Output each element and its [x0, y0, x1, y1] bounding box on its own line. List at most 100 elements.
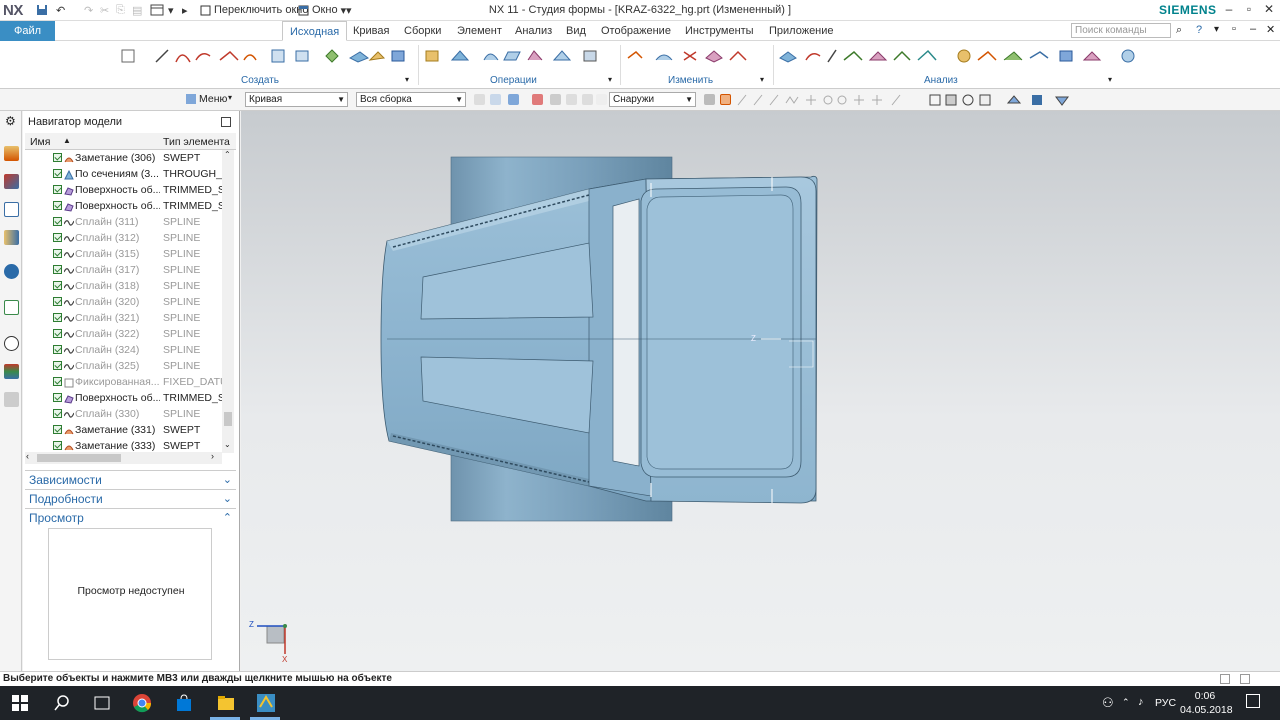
- ribbon-options-icon[interactable]: ▾: [1214, 24, 1219, 35]
- visibility-checkbox[interactable]: [53, 297, 62, 306]
- column-name-header[interactable]: Имя: [30, 136, 50, 148]
- select-lasso-icon[interactable]: [582, 94, 593, 105]
- visibility-checkbox[interactable]: [53, 393, 62, 402]
- reuse-library-icon[interactable]: [4, 230, 19, 245]
- select-box-icon[interactable]: [566, 94, 577, 105]
- visibility-checkbox[interactable]: [53, 361, 62, 370]
- column-type-header[interactable]: Тип элемента: [163, 136, 230, 148]
- visibility-checkbox[interactable]: [53, 185, 62, 194]
- tree-vertical-scrollbar[interactable]: ⌃ ⌄: [222, 150, 234, 453]
- select-mode-icon[interactable]: [596, 94, 607, 105]
- part-navigator-icon[interactable]: [4, 146, 19, 161]
- command-search-input[interactable]: Поиск команды: [1071, 23, 1171, 38]
- settings-gear-icon[interactable]: ⚙: [5, 114, 16, 128]
- table-row[interactable]: Сплайн (322) SPLINE: [25, 326, 223, 342]
- chrome-icon[interactable]: [132, 693, 152, 713]
- visibility-checkbox[interactable]: [53, 345, 62, 354]
- graphics-window[interactable]: Z Z X: [241, 111, 1280, 671]
- people-icon[interactable]: ⚇: [1102, 695, 1114, 711]
- table-row[interactable]: Сплайн (321) SPLINE: [25, 310, 223, 326]
- table-row[interactable]: Поверхность об...TRIMMED_SH: [25, 390, 223, 406]
- visibility-checkbox[interactable]: [53, 169, 62, 178]
- visibility-checkbox[interactable]: [53, 281, 62, 290]
- scroll-thumb[interactable]: [224, 412, 232, 426]
- visibility-checkbox[interactable]: [53, 425, 62, 434]
- clock-icon[interactable]: [4, 336, 19, 351]
- preview-panel-header[interactable]: Просмотр ⌃: [25, 508, 236, 526]
- dependencies-panel-header[interactable]: Зависимости ⌄: [25, 470, 236, 488]
- assembly-navigator-icon[interactable]: [4, 174, 19, 189]
- type-filter-select[interactable]: Кривая ▼: [245, 92, 348, 107]
- scroll-up-icon[interactable]: ⌃: [224, 150, 231, 159]
- tab-view[interactable]: Вид: [559, 21, 593, 41]
- palette-icon[interactable]: [4, 364, 19, 379]
- table-row[interactable]: Сплайн (330) SPLINE: [25, 406, 223, 422]
- group-modify-expand-icon[interactable]: ▾: [760, 75, 764, 84]
- table-row[interactable]: Заметание (306) SWEPT: [25, 150, 223, 166]
- scroll-thumb[interactable]: [37, 454, 121, 462]
- visibility-checkbox[interactable]: [53, 265, 62, 274]
- table-row[interactable]: Сплайн (312) SPLINE: [25, 230, 223, 246]
- deselect-icon[interactable]: [550, 94, 561, 105]
- file-tab[interactable]: Файл: [0, 21, 55, 41]
- menu-button[interactable]: Меню: [199, 93, 227, 105]
- file-explorer-icon[interactable]: [216, 693, 236, 713]
- table-row[interactable]: Сплайн (311) SPLINE: [25, 214, 223, 230]
- visibility-checkbox[interactable]: [53, 329, 62, 338]
- maximize-panel-icon[interactable]: [221, 117, 231, 127]
- tab-home[interactable]: Исходная: [282, 21, 348, 41]
- snap-point-icon[interactable]: [704, 94, 715, 105]
- visibility-checkbox[interactable]: [53, 153, 62, 162]
- nx-taskbar-icon[interactable]: [256, 693, 276, 713]
- maximize-button[interactable]: ▫: [1240, 2, 1258, 18]
- minimize-button[interactable]: –: [1220, 2, 1238, 18]
- doc-close-icon[interactable]: ✕: [1266, 23, 1275, 36]
- tab-assemblies[interactable]: Сборки: [397, 21, 448, 41]
- store-icon[interactable]: [174, 693, 194, 713]
- language-indicator[interactable]: РУС: [1155, 697, 1176, 709]
- visibility-checkbox[interactable]: [53, 441, 62, 450]
- table-row[interactable]: Сплайн (320) SPLINE: [25, 294, 223, 310]
- table-row[interactable]: Сплайн (317) SPLINE: [25, 262, 223, 278]
- tree-horizontal-scrollbar[interactable]: ‹ ›: [25, 451, 222, 464]
- tray-expand-icon[interactable]: ⌃: [1122, 697, 1130, 708]
- tab-curve[interactable]: Кривая: [346, 21, 396, 41]
- visibility-checkbox[interactable]: [53, 377, 62, 386]
- visibility-checkbox[interactable]: [53, 409, 62, 418]
- details-panel-header[interactable]: Подробности ⌄: [25, 489, 236, 507]
- group-analysis-expand-icon[interactable]: ▾: [1108, 75, 1112, 84]
- table-row[interactable]: Поверхность об...TRIMMED_SH: [25, 198, 223, 214]
- group-create-expand-icon[interactable]: ▾: [405, 75, 409, 84]
- tab-application[interactable]: Приложение: [762, 21, 841, 41]
- search-icon[interactable]: [52, 693, 72, 713]
- visibility-checkbox[interactable]: [53, 201, 62, 210]
- filter-icon[interactable]: [474, 94, 485, 105]
- tab-tools[interactable]: Инструменты: [678, 21, 761, 41]
- scroll-left-icon[interactable]: ‹: [26, 451, 29, 461]
- scroll-down-icon[interactable]: ⌄: [224, 440, 231, 449]
- table-row[interactable]: Фиксированная...FIXED_DATUM: [25, 374, 223, 390]
- scope-select[interactable]: Вся сборка ▼: [356, 92, 466, 107]
- windows-start-icon[interactable]: [10, 693, 30, 713]
- table-row[interactable]: Сплайн (318) SPLINE: [25, 278, 223, 294]
- close-button[interactable]: ✕: [1260, 2, 1278, 18]
- visibility-checkbox[interactable]: [53, 233, 62, 242]
- tab-analysis[interactable]: Анализ: [508, 21, 559, 41]
- task-view-icon[interactable]: [92, 693, 112, 713]
- volume-icon[interactable]: ♪: [1138, 696, 1144, 708]
- restore-icon[interactable]: ▫: [1232, 23, 1236, 35]
- table-row[interactable]: По сечениям (3... THROUGH_C: [25, 166, 223, 182]
- table-row[interactable]: Сплайн (324) SPLINE: [25, 342, 223, 358]
- status-layout-icon[interactable]: [1220, 674, 1230, 684]
- table-row[interactable]: Заметание (333) SWEPT: [25, 438, 223, 453]
- visibility-checkbox[interactable]: [53, 217, 62, 226]
- tab-feature[interactable]: Элемент: [450, 21, 509, 41]
- web-browser-icon[interactable]: [4, 264, 19, 279]
- tab-display[interactable]: Отображение: [594, 21, 678, 41]
- scroll-right-icon[interactable]: ›: [211, 451, 214, 461]
- model-navigator-icon[interactable]: [4, 202, 19, 217]
- notifications-icon[interactable]: [1246, 694, 1260, 708]
- select-feature-icon[interactable]: [508, 94, 519, 105]
- roles-icon[interactable]: [4, 392, 19, 407]
- search-icon[interactable]: ⌕: [1176, 24, 1182, 37]
